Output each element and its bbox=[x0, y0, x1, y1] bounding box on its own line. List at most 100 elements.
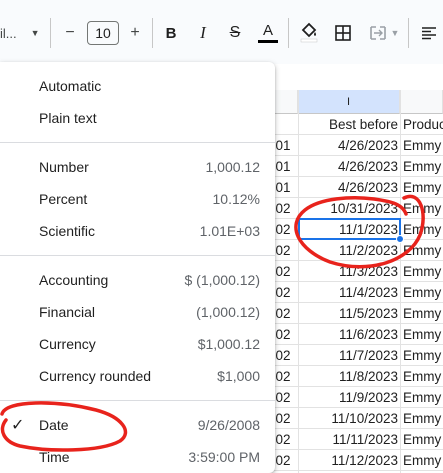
menu-item-label: Currency rounded bbox=[39, 368, 152, 384]
table-row[interactable]: 102 11/7/2023 Emmy bbox=[260, 345, 443, 366]
text-color-swatch bbox=[258, 39, 278, 43]
menu-item-accounting[interactable]: Accounting $ (1,000.12) bbox=[0, 264, 275, 296]
table-cell-j[interactable]: Emmy bbox=[403, 453, 441, 468]
table-row[interactable]: 101 4/26/2023 Emmy bbox=[260, 135, 443, 156]
table-cell-j[interactable]: Emmy bbox=[403, 411, 441, 426]
menu-item-label: Automatic bbox=[39, 78, 102, 94]
table-cell-j[interactable]: Emmy bbox=[403, 327, 441, 342]
toolbar-divider bbox=[408, 18, 409, 48]
table-cell-j[interactable]: Emmy bbox=[403, 138, 441, 153]
strikethrough-button[interactable]: S bbox=[224, 20, 246, 46]
column-header-j[interactable] bbox=[400, 90, 443, 114]
table-cell-j[interactable]: Emmy bbox=[403, 222, 441, 237]
table-cell-i[interactable]: 11/11/2023 bbox=[300, 432, 398, 447]
table-row[interactable]: 102 11/9/2023 Emmy bbox=[260, 387, 443, 408]
table-row[interactable]: 102 11/10/2023 Emmy bbox=[260, 408, 443, 429]
table-row[interactable]: Best before Produc bbox=[260, 114, 443, 135]
table-cell-i[interactable]: 11/4/2023 bbox=[300, 285, 398, 300]
menu-item-label: Financial bbox=[39, 304, 96, 320]
toolbar-divider bbox=[288, 18, 289, 48]
table-cell-j[interactable]: Emmy bbox=[403, 201, 441, 216]
table-cell-i[interactable]: 11/10/2023 bbox=[300, 411, 398, 426]
merge-cells-icon bbox=[369, 26, 386, 40]
menu-item-time[interactable]: Time 3:59:00 PM bbox=[0, 441, 275, 473]
toolbar-divider bbox=[50, 18, 51, 48]
menu-item-example: $ (1,000.12) bbox=[184, 272, 261, 288]
table-row[interactable]: 102 11/4/2023 Emmy bbox=[260, 282, 443, 303]
table-cell-j[interactable]: Emmy bbox=[403, 306, 441, 321]
borders-button[interactable] bbox=[331, 20, 355, 46]
table-cell-j[interactable]: Emmy bbox=[403, 243, 441, 258]
table-cell-i[interactable]: 10/31/2023 bbox=[300, 201, 398, 216]
table-cell-j[interactable]: Emmy bbox=[403, 348, 441, 363]
fill-color-button[interactable] bbox=[296, 18, 322, 46]
number-format-menu: Automatic Plain text Number 1,000.12 Per… bbox=[0, 62, 275, 473]
table-cell-j[interactable]: Emmy bbox=[403, 180, 441, 195]
menu-item-example: 3:59:00 PM bbox=[188, 449, 260, 465]
table-cell-j[interactable]: Emmy bbox=[403, 390, 441, 405]
table-cell-j[interactable]: Emmy bbox=[403, 369, 441, 384]
table-cell-i[interactable]: 11/12/2023 bbox=[300, 453, 398, 468]
formatting-toolbar: il... ▼ − 10 + B I S A ▼ bbox=[0, 0, 443, 64]
decrease-font-size-button[interactable]: − bbox=[60, 20, 80, 46]
table-cell-j[interactable]: Emmy bbox=[403, 285, 441, 300]
menu-item-number[interactable]: Number 1,000.12 bbox=[0, 151, 275, 183]
font-size-input[interactable]: 10 bbox=[87, 21, 119, 45]
table-cell-i[interactable]: 4/26/2023 bbox=[300, 138, 398, 153]
menu-item-date[interactable]: ✓ Date 9/26/2008 bbox=[0, 409, 275, 441]
menu-item-example: (1,000.12) bbox=[196, 304, 260, 320]
menu-item-currency[interactable]: Currency $1,000.12 bbox=[0, 328, 275, 360]
menu-item-example: 1,000.12 bbox=[205, 159, 261, 175]
menu-item-example: 9/26/2008 bbox=[197, 417, 260, 433]
table-row[interactable]: 102 11/2/2023 Emmy bbox=[260, 240, 443, 261]
table-cell-i[interactable]: 11/7/2023 bbox=[300, 348, 398, 363]
table-row[interactable]: 102 11/11/2023 Emmy bbox=[260, 429, 443, 450]
increase-font-size-button[interactable]: + bbox=[125, 20, 145, 46]
menu-item-plain-text[interactable]: Plain text bbox=[0, 102, 275, 134]
table-cell-j[interactable]: Emmy bbox=[403, 432, 441, 447]
bold-button[interactable]: B bbox=[160, 20, 182, 46]
table-row[interactable]: 102 11/8/2023 Emmy bbox=[260, 366, 443, 387]
table-row[interactable]: 102 11/12/2023 Emmy bbox=[260, 450, 443, 471]
menu-item-percent[interactable]: Percent 10.12% bbox=[0, 183, 275, 215]
table-cell-i[interactable]: 11/8/2023 bbox=[300, 369, 398, 384]
menu-item-example: $1,000.12 bbox=[197, 336, 260, 352]
table-cell-i[interactable]: 11/3/2023 bbox=[300, 264, 398, 279]
table-cell-i[interactable]: 4/26/2023 bbox=[300, 159, 398, 174]
table-cell-i[interactable]: 11/5/2023 bbox=[300, 306, 398, 321]
table-cell-i[interactable]: 4/26/2023 bbox=[300, 180, 398, 195]
column-header-i[interactable]: I bbox=[298, 90, 400, 114]
table-row[interactable]: 102 10/31/2023 Emmy bbox=[260, 198, 443, 219]
caret-down-icon: ▼ bbox=[390, 28, 400, 38]
text-color-icon: A bbox=[262, 21, 273, 39]
menu-item-label: Date bbox=[39, 417, 69, 433]
menu-item-financial[interactable]: Financial (1,000.12) bbox=[0, 296, 275, 328]
table-row[interactable]: 101 4/26/2023 Emmy bbox=[260, 156, 443, 177]
italic-button[interactable]: I bbox=[192, 20, 214, 46]
table-cell-j[interactable]: Produc bbox=[403, 117, 443, 132]
active-cell-outline[interactable] bbox=[298, 218, 401, 240]
menu-item-scientific[interactable]: Scientific 1.01E+03 bbox=[0, 215, 275, 247]
fill-handle[interactable] bbox=[396, 235, 404, 243]
table-row[interactable]: 102 11/5/2023 Emmy bbox=[260, 303, 443, 324]
table-cell-i[interactable]: Best before bbox=[300, 117, 398, 132]
menu-item-label: Accounting bbox=[39, 272, 109, 288]
menu-item-label: Scientific bbox=[39, 223, 96, 239]
menu-item-label: Percent bbox=[39, 191, 88, 207]
table-row[interactable]: 101 4/26/2023 Emmy bbox=[260, 177, 443, 198]
table-cell-i[interactable]: 11/9/2023 bbox=[300, 390, 398, 405]
horizontal-align-button[interactable] bbox=[414, 20, 443, 46]
menu-item-automatic[interactable]: Automatic bbox=[0, 70, 275, 102]
merge-cells-button[interactable]: ▼ bbox=[364, 20, 404, 46]
table-row[interactable]: 102 11/3/2023 Emmy bbox=[260, 261, 443, 282]
table-cell-j[interactable]: Emmy bbox=[403, 159, 441, 174]
font-family-select[interactable]: il... ▼ bbox=[0, 20, 40, 46]
table-cell-i[interactable]: 11/6/2023 bbox=[300, 327, 398, 342]
text-color-button[interactable]: A bbox=[256, 18, 280, 46]
menu-item-currency-rounded[interactable]: Currency rounded $1,000 bbox=[0, 360, 275, 392]
checkmark-icon: ✓ bbox=[11, 417, 25, 434]
table-cell-i[interactable]: 11/2/2023 bbox=[300, 243, 398, 258]
strikethrough-icon: S bbox=[229, 24, 241, 41]
table-cell-j[interactable]: Emmy bbox=[403, 264, 441, 279]
table-row[interactable]: 102 11/6/2023 Emmy bbox=[260, 324, 443, 345]
